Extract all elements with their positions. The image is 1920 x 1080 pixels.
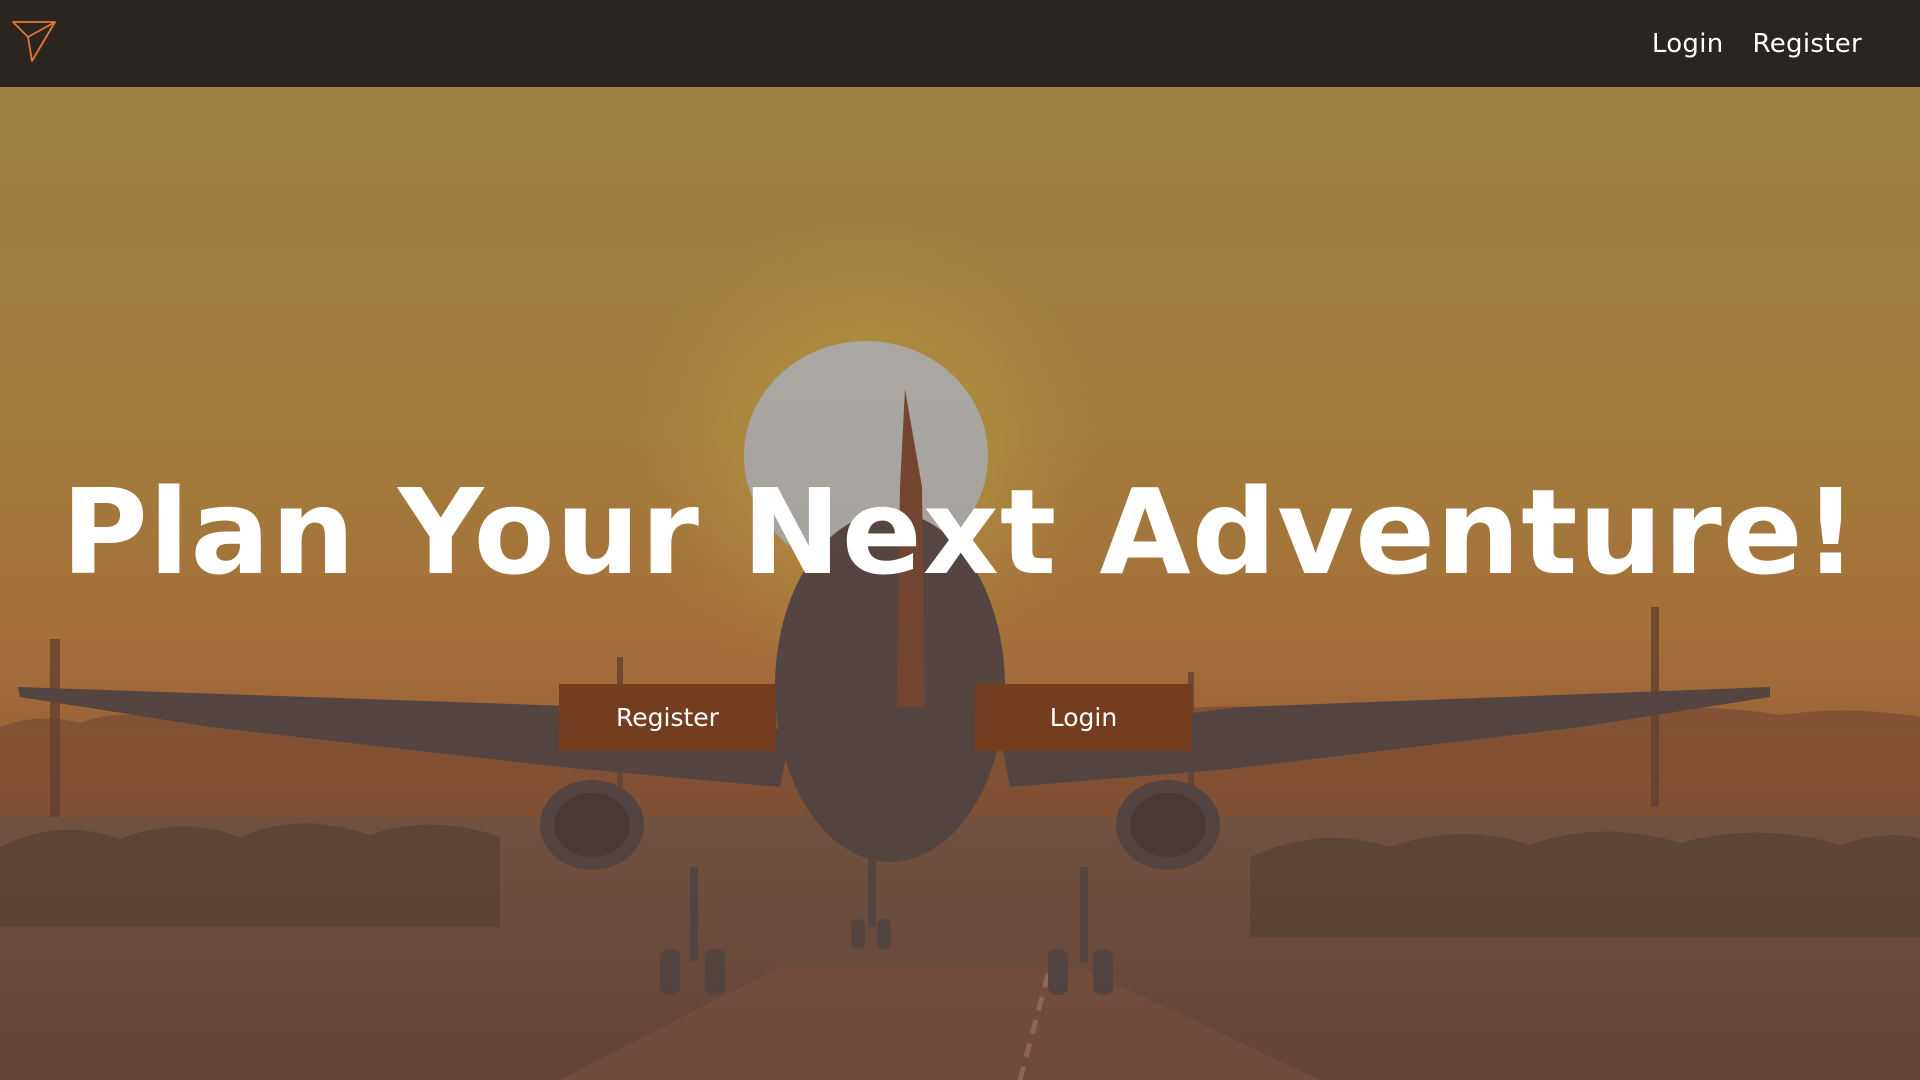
paper-plane-icon[interactable] [12,20,56,62]
hero-register-button[interactable]: Register [559,684,776,751]
hero-login-button[interactable]: Login [975,684,1192,751]
top-navbar: Login Register [0,0,1920,87]
page: Login Register Plan Your Next Adventure!… [0,0,1920,1080]
hero-section: Plan Your Next Adventure! Register Login [0,87,1920,1080]
nav-links: Login Register [1652,0,1862,87]
nav-login-link[interactable]: Login [1652,29,1724,59]
hero-headline: Plan Your Next Adventure! [61,463,1859,601]
nav-register-link[interactable]: Register [1753,29,1862,59]
